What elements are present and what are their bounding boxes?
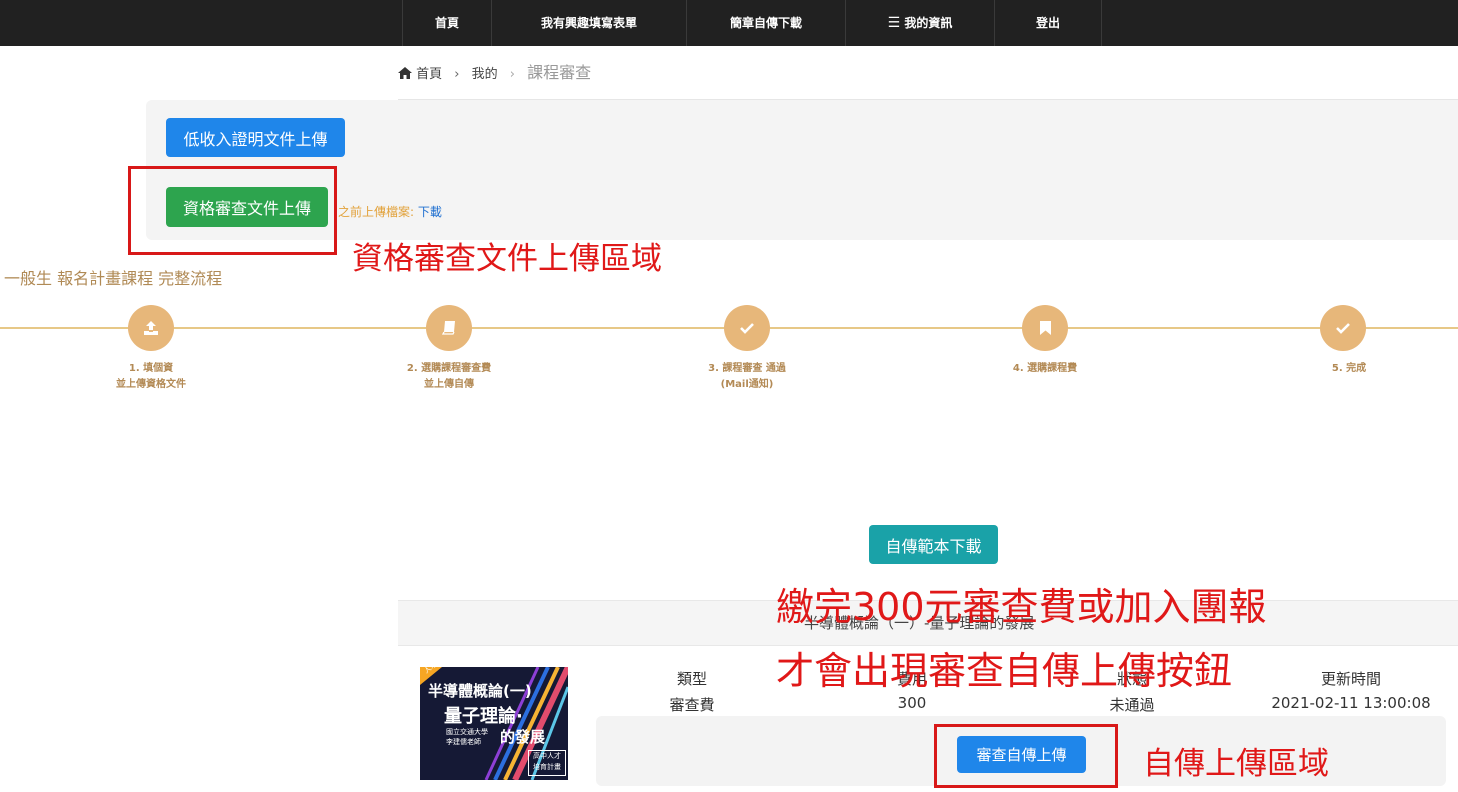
- top-navbar: 首頁 我有興趣填寫表單 簡章自傳下載 ☰ 我的資訊 登出: [0, 0, 1458, 46]
- nav-brochure-download[interactable]: 簡章自傳下載: [687, 0, 846, 46]
- breadcrumb-mine[interactable]: 我的: [472, 67, 498, 82]
- header-updated: 更新時間: [1320, 670, 1381, 688]
- autobio-template-download-button[interactable]: 自傳範本下載: [869, 525, 998, 564]
- step-1-line2: 並上傳資格文件: [116, 379, 186, 390]
- previous-file-info: 之前上傳檔案: 下載: [338, 203, 442, 220]
- step-5-label: 5. 完成: [1239, 361, 1458, 377]
- qualification-area-annotation: 資格審查文件上傳區域: [352, 241, 662, 277]
- bars-icon: ☰: [887, 15, 901, 31]
- process-title: 一般生 報名計畫課程 完整流程: [4, 269, 223, 288]
- fee-note-line1: 繳完300元審查費或加入團報: [776, 585, 1267, 629]
- step-4-bookmark-icon: [1022, 305, 1068, 351]
- previous-file-download-link[interactable]: 下載: [418, 205, 442, 219]
- nav-logout[interactable]: 登出: [995, 0, 1102, 46]
- step-1-line1: 1. 填個資: [128, 363, 174, 374]
- bookmark-icon: [1039, 321, 1051, 335]
- breadcrumb-current: 課程審查: [527, 63, 592, 82]
- step-2-line2: 並上傳自傳: [424, 379, 474, 390]
- nav-home-label: 首頁: [434, 16, 459, 30]
- step-3-line1: 3. 課程審查 通過: [708, 363, 786, 374]
- step-3-check-icon: [724, 305, 770, 351]
- autobio-area-highlight: [934, 724, 1118, 788]
- step-4-line1: 4. 選購課程費: [1012, 363, 1078, 374]
- home-icon: [398, 67, 412, 79]
- qualification-area-highlight: [128, 166, 337, 255]
- thumbnail-badge: 高中人才 培育計畫: [528, 750, 566, 776]
- step-5-line1: 5. 完成: [1331, 363, 1367, 374]
- step-5-check-icon: [1320, 305, 1366, 351]
- thumbnail-title-line3: 的發展: [500, 728, 546, 746]
- nav-logout-label: 登出: [1035, 16, 1060, 30]
- cell-updated: 2021-02-11 13:00:08: [1271, 694, 1431, 712]
- thumbnail-title-line2: 量子理論·: [444, 706, 523, 727]
- step-3-line2: (Mail通知): [720, 379, 774, 390]
- low-income-upload-button[interactable]: 低收入證明文件上傳: [166, 118, 345, 157]
- nav-home[interactable]: 首頁: [402, 0, 492, 46]
- book-icon: [441, 321, 455, 335]
- step-2-book-icon: [426, 305, 472, 351]
- previous-file-label: 之前上傳檔案:: [338, 205, 415, 219]
- cell-type: 審查費: [669, 696, 715, 714]
- breadcrumb-home-label: 首頁: [416, 67, 443, 82]
- nav-my-info[interactable]: ☰ 我的資訊: [846, 0, 995, 46]
- chevron-right-icon: ›: [509, 67, 515, 82]
- chevron-right-icon: ›: [454, 67, 460, 82]
- thumbnail-badge-line2: 培育計畫: [533, 763, 561, 771]
- step-1-label: 1. 填個資 並上傳資格文件: [41, 361, 261, 393]
- course-thumbnail: 人才培育 半導體概論(一) 量子理論· 國立交通大學 李建儒老師 的發展 高中人…: [420, 667, 568, 780]
- check-icon: [1336, 323, 1350, 334]
- autobio-area-annotation: 自傳上傳區域: [1143, 746, 1329, 782]
- nav-interest-form-label: 我有興趣填寫表單: [540, 16, 637, 30]
- step-2-line1: 2. 選購課程審查費: [406, 363, 492, 374]
- thumbnail-badge-line1: 高中人才: [533, 752, 561, 760]
- upload-icon: [144, 321, 158, 335]
- fee-note-line2: 才會出現審查自傳上傳按鈕: [776, 649, 1233, 693]
- step-4-label: 4. 選購課程費: [935, 361, 1155, 377]
- thumbnail-title-line1: 半導體概論(一): [428, 682, 532, 700]
- header-type: 類型: [676, 670, 707, 688]
- breadcrumb: 首頁 › 我的 › 課程審查: [398, 62, 591, 84]
- breadcrumb-home[interactable]: 首頁: [398, 67, 446, 82]
- thumbnail-teacher: 李建儒老師: [446, 738, 481, 746]
- step-1-upload-icon: [128, 305, 174, 351]
- cell-fee: 300: [897, 694, 927, 712]
- cell-status: 未通過: [1109, 696, 1155, 714]
- nav-my-info-label: 我的資訊: [904, 16, 953, 30]
- thumbnail-school: 國立交通大學: [446, 728, 488, 736]
- step-2-label: 2. 選購課程審查費 並上傳自傳: [339, 361, 559, 393]
- nav-brochure-download-label: 簡章自傳下載: [729, 16, 802, 30]
- nav-interest-form[interactable]: 我有興趣填寫表單: [492, 0, 687, 46]
- step-3-label: 3. 課程審查 通過 (Mail通知): [637, 361, 857, 393]
- check-icon: [740, 323, 754, 334]
